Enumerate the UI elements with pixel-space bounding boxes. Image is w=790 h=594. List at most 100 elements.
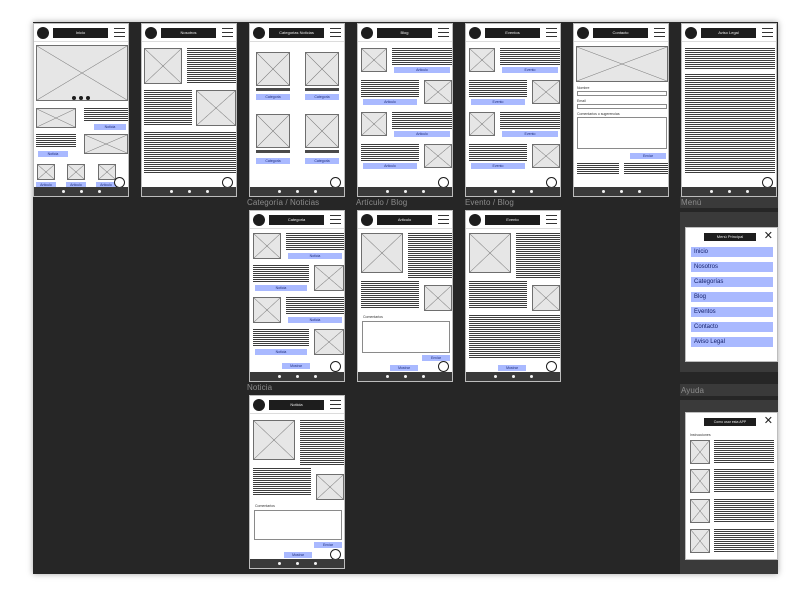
menu-icon[interactable] (114, 28, 125, 38)
help-button[interactable] (546, 361, 557, 372)
noticia-button[interactable]: Noticia (288, 317, 342, 323)
text-block (714, 529, 774, 553)
categoria-button[interactable]: Categoria (256, 158, 290, 164)
image-placeholder (67, 164, 85, 180)
bottom-nav[interactable] (466, 372, 560, 381)
send-button[interactable]: Enviar (314, 542, 342, 548)
bottom-nav[interactable] (142, 187, 236, 196)
menu-icon[interactable] (762, 28, 773, 38)
comments-textarea[interactable] (362, 321, 450, 353)
carousel-dots[interactable] (72, 96, 90, 100)
screen-inicio: Inicio Noticia Noticia Articulo Articulo… (33, 23, 129, 197)
menu-icon[interactable] (330, 400, 341, 410)
image-placeholder (361, 48, 387, 72)
evento-button[interactable]: Evento (471, 163, 525, 169)
menu-title: Menú Principal (704, 233, 756, 241)
articulo-button[interactable]: Articulo (363, 163, 417, 169)
help-button[interactable] (330, 361, 341, 372)
screen-title: Articulo (377, 215, 432, 225)
evento-button[interactable]: Evento (471, 99, 525, 105)
noticia-button[interactable]: Noticia (255, 349, 307, 355)
image-placeholder (424, 285, 452, 311)
menu-icon[interactable] (330, 28, 341, 38)
show-more-button[interactable]: Mostrar (498, 365, 526, 371)
menu-item-categorias[interactable]: Categorías (691, 277, 773, 287)
email-field[interactable] (577, 104, 667, 109)
comments-textarea[interactable] (254, 510, 342, 540)
text-block (286, 297, 344, 315)
text-block (685, 48, 775, 70)
bottom-nav[interactable] (682, 187, 776, 196)
screen-noticia: Noticia Comentarios Enviar Mostrar (249, 395, 345, 569)
bottom-nav[interactable] (250, 187, 344, 196)
comments-label: Comentarios (255, 504, 275, 508)
close-icon[interactable]: ✕ (764, 416, 773, 427)
evento-button[interactable]: Evento (502, 131, 558, 137)
menu-icon[interactable] (654, 28, 665, 38)
categoria-button[interactable]: Categoria (305, 94, 339, 100)
menu-item-inicio[interactable]: Inicio (691, 247, 773, 257)
help-button[interactable] (438, 361, 449, 372)
menu-icon[interactable] (438, 28, 449, 38)
articulo-button[interactable]: Articulo (394, 67, 450, 73)
screen-aviso-legal: Aviso Legal (681, 23, 777, 197)
name-field[interactable] (577, 91, 667, 96)
articulo-button[interactable]: Articulo (394, 131, 450, 137)
noticia-button[interactable]: Noticia (288, 253, 342, 259)
menu-item-contacto[interactable]: Contacto (691, 322, 773, 332)
send-button[interactable]: Enviar (630, 153, 666, 159)
image-placeholder (314, 265, 344, 291)
image-placeholder (361, 233, 403, 273)
menu-item-nosotros[interactable]: Nosotros (691, 262, 773, 272)
screen-title: Inicio (53, 28, 108, 38)
send-button[interactable]: Enviar (422, 355, 450, 361)
menu-icon[interactable] (546, 28, 557, 38)
logo-icon (253, 27, 265, 39)
logo-icon (577, 27, 589, 39)
categoria-button[interactable]: Categoria (256, 94, 290, 100)
comments-textarea[interactable] (577, 117, 667, 149)
section-label-articulo-blog: Artículo / Blog (356, 198, 408, 207)
image-placeholder (532, 80, 560, 104)
show-more-button[interactable]: Mostrar (390, 365, 418, 371)
image-placeholder (37, 164, 55, 180)
text-block (187, 48, 236, 84)
evento-button[interactable]: Evento (502, 67, 558, 73)
logo-icon (469, 27, 481, 39)
wireframe-board: Categoría / Noticias Artículo / Blog Eve… (33, 22, 778, 574)
menu-item-eventos[interactable]: Eventos (691, 307, 773, 317)
text-block (714, 469, 774, 493)
bottom-nav[interactable] (250, 372, 344, 381)
image-placeholder (144, 48, 182, 84)
articulo-button[interactable]: Articulo (363, 99, 417, 105)
image-placeholder (305, 114, 339, 148)
logo-icon (37, 27, 49, 39)
bottom-nav[interactable] (358, 187, 452, 196)
bottom-nav[interactable] (466, 187, 560, 196)
text-block (300, 420, 344, 466)
bottom-nav[interactable] (34, 187, 128, 196)
text-block (469, 80, 527, 98)
text-block (253, 468, 311, 496)
bottom-nav[interactable] (250, 559, 344, 568)
bottom-nav[interactable] (574, 187, 668, 196)
menu-icon[interactable] (330, 215, 341, 225)
menu-icon[interactable] (546, 215, 557, 225)
menu-item-aviso-legal[interactable]: Aviso Legal (691, 337, 773, 347)
logo-icon (253, 399, 265, 411)
bottom-nav[interactable] (358, 372, 452, 381)
show-more-button[interactable]: Mostrar (284, 552, 312, 558)
menu-icon[interactable] (438, 215, 449, 225)
screen-categoria: Categoria Noticia Noticia Noticia Notici… (249, 210, 345, 382)
menu-item-blog[interactable]: Blog (691, 292, 773, 302)
menu-icon[interactable] (222, 28, 233, 38)
categoria-button[interactable]: Categoria (305, 158, 339, 164)
show-more-button[interactable]: Mostrar (282, 363, 310, 369)
noticia-button[interactable]: Noticia (255, 285, 307, 291)
image-placeholder (469, 112, 495, 136)
noticia-button[interactable]: Noticia (38, 151, 68, 157)
text-block (624, 163, 668, 175)
image-placeholder (576, 46, 668, 82)
close-icon[interactable]: ✕ (764, 231, 773, 242)
noticia-button[interactable]: Noticia (94, 124, 126, 130)
